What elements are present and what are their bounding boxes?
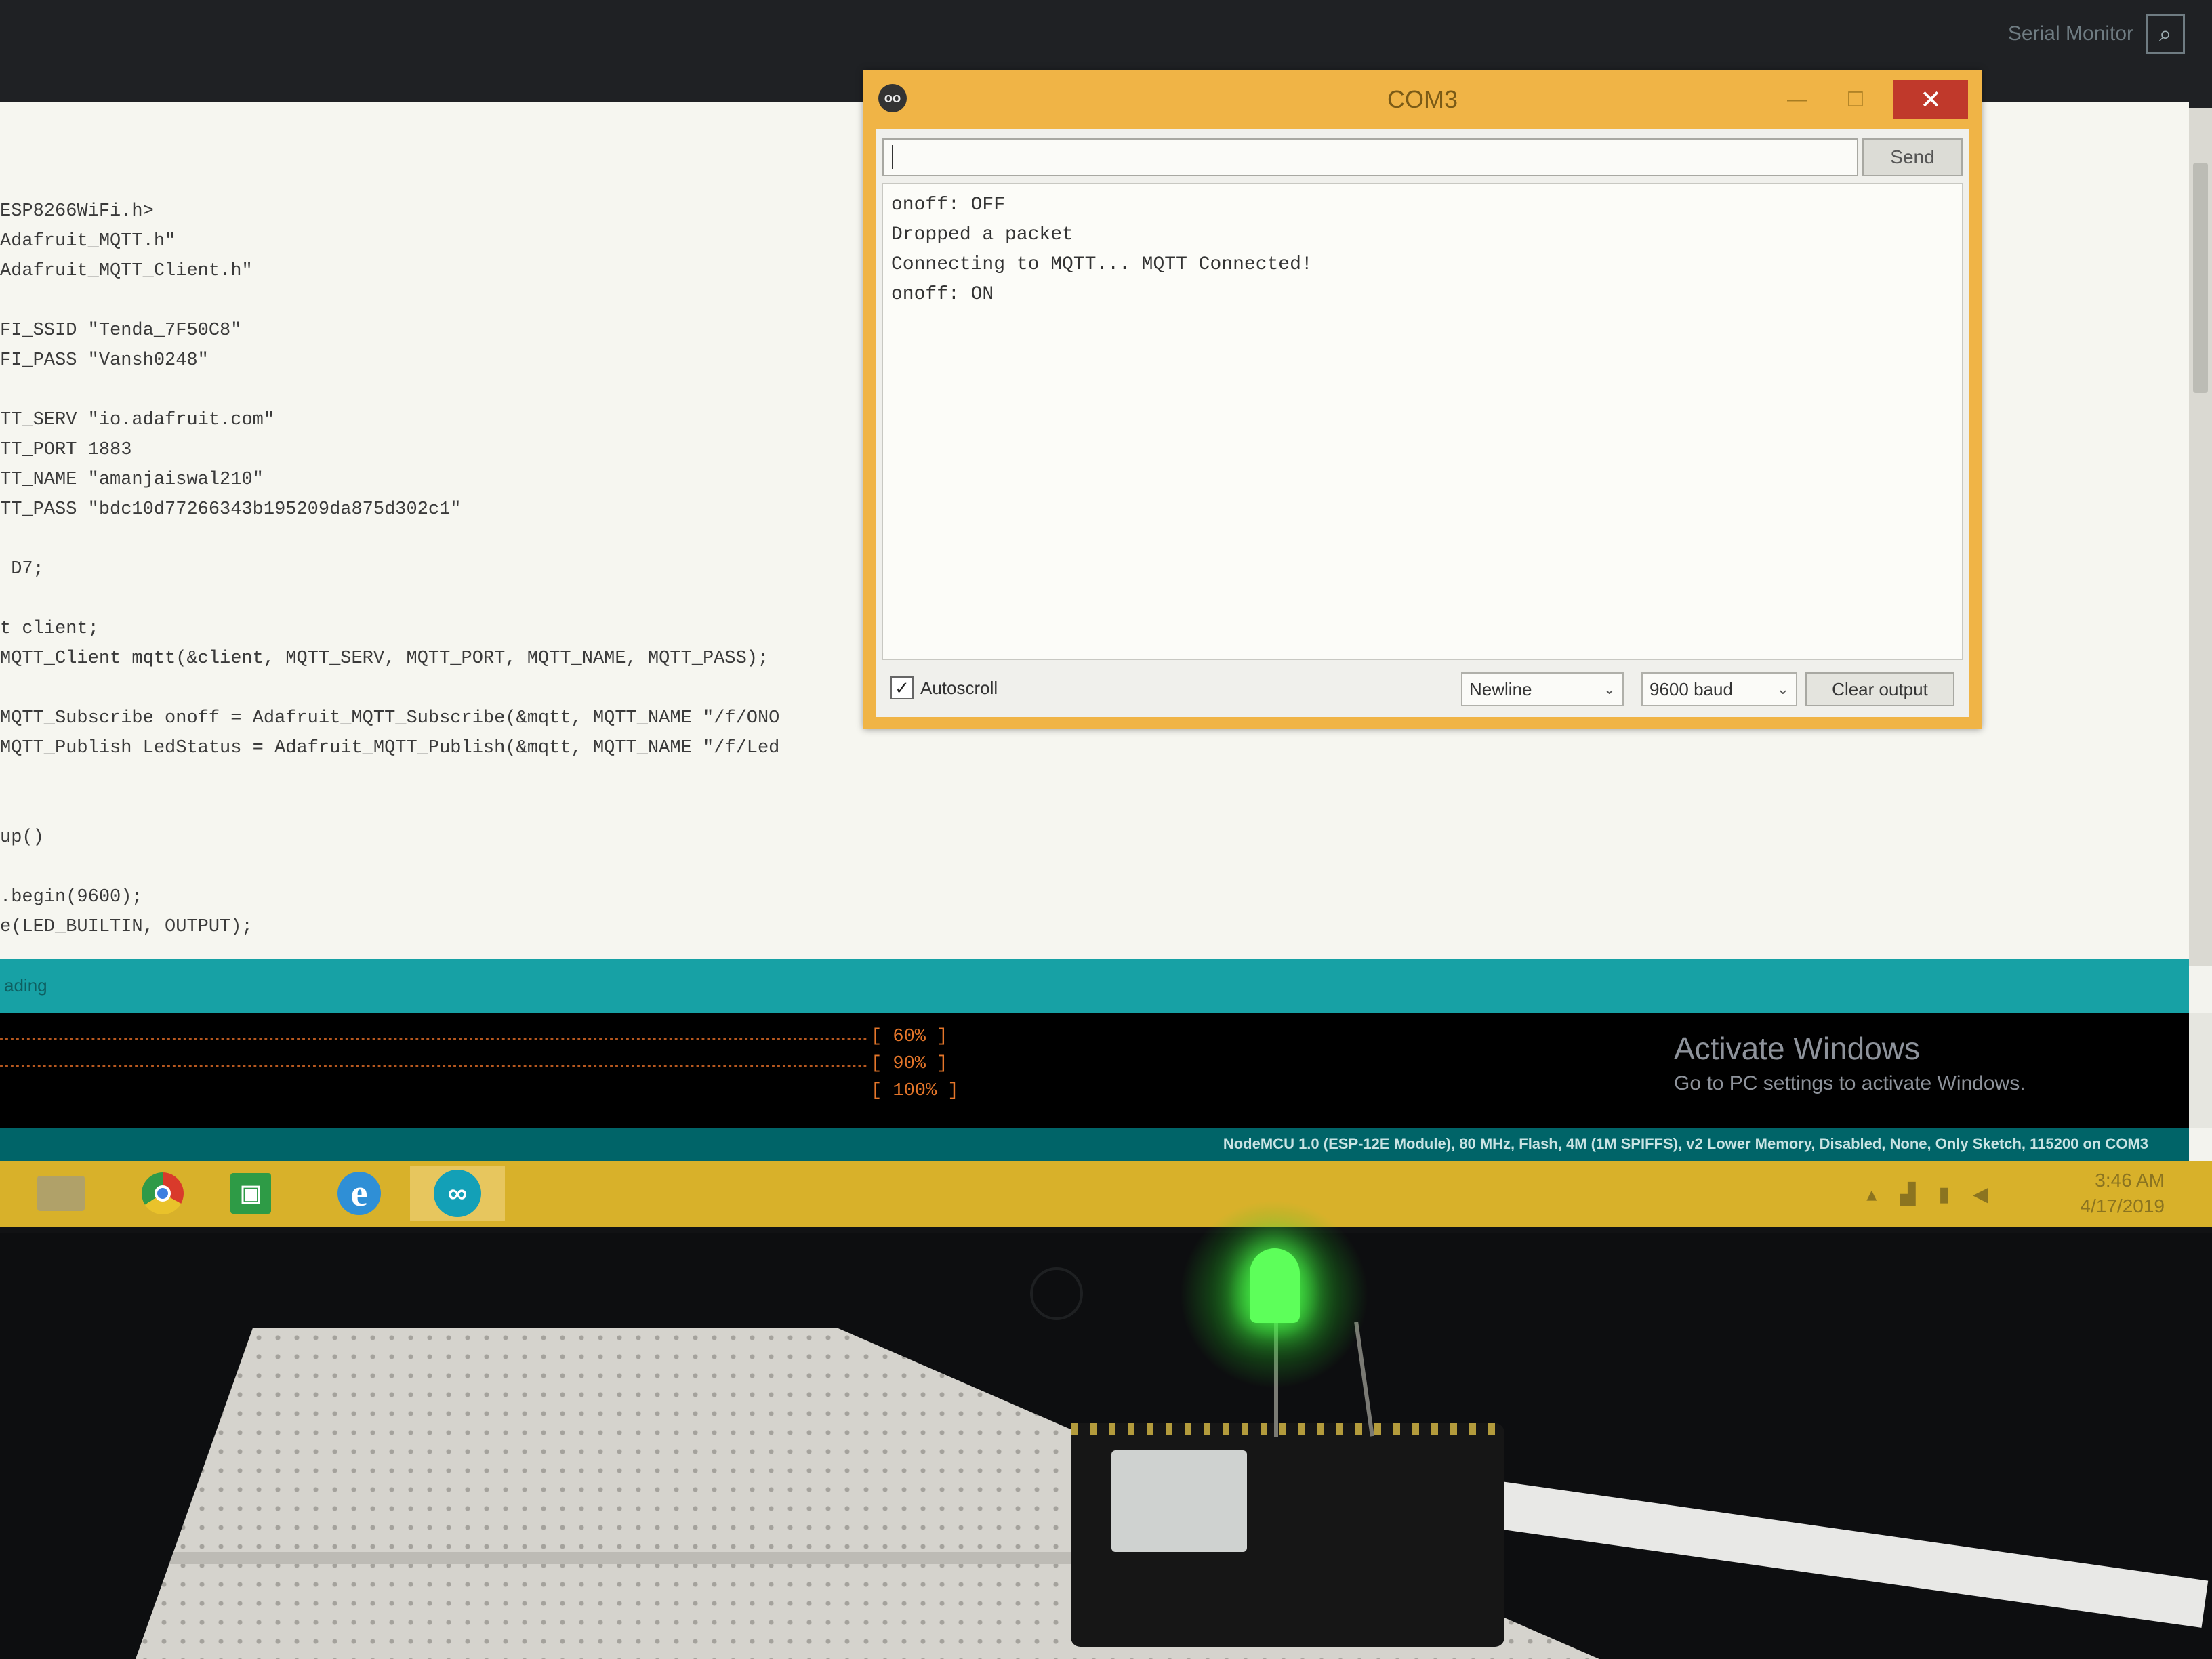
code-line[interactable] xyxy=(0,525,779,554)
clock-time: 3:46 AM xyxy=(2095,1170,2165,1191)
taskbar-store[interactable]: ▣ xyxy=(203,1166,298,1221)
activate-title: Activate Windows xyxy=(1674,1031,1921,1066)
code-line[interactable]: TT_SERV "io.adafruit.com" xyxy=(0,405,779,435)
taskbar: ▣ e ∞ ▴ ▟ ▮ ◀ 3:46 AM 4/17/2019 xyxy=(0,1161,2212,1227)
status-text: ading xyxy=(4,975,47,996)
minimize-icon: — xyxy=(1787,88,1807,110)
nodemcu-board xyxy=(1071,1423,1504,1647)
editor-scrollbar[interactable] xyxy=(2189,108,2212,966)
taskbar-internet-explorer[interactable]: e xyxy=(312,1166,407,1221)
line-ending-select[interactable]: Newline ⌄ xyxy=(1461,672,1624,706)
code-line[interactable] xyxy=(0,584,779,614)
baud-rate-select[interactable]: 9600 baud ⌄ xyxy=(1641,672,1797,706)
mcu-pins xyxy=(1071,1423,1504,1435)
volume-icon[interactable]: ◀ xyxy=(1973,1183,1988,1206)
battery-icon[interactable]: ▮ xyxy=(1938,1183,1950,1206)
code-line[interactable]: TT_PORT 1883 xyxy=(0,435,779,465)
code-line[interactable]: Adafruit_MQTT_Client.h" xyxy=(0,256,779,286)
serial-monitor-window: oo COM3 — ☐ ✕ Send onoff: OFF Dropped a p… xyxy=(863,70,1982,729)
serial-footer: ✓ Autoscroll Newline ⌄ 9600 baud ⌄ Clear… xyxy=(876,660,1969,717)
send-button[interactable]: Send xyxy=(1862,138,1963,176)
code-line[interactable] xyxy=(0,763,779,793)
code-line[interactable]: TT_NAME "amanjaiswal210" xyxy=(0,465,779,495)
serial-monitor-label: Serial Monitor xyxy=(2007,22,2133,45)
code-line[interactable] xyxy=(0,853,779,882)
serial-output-line: Connecting to MQTT... MQTT Connected! xyxy=(891,254,1313,275)
board-info-bar: NodeMCU 1.0 (ESP-12E Module), 80 MHz, Fl… xyxy=(0,1128,2189,1161)
code-line[interactable]: up() xyxy=(0,823,779,853)
autoscroll-toggle[interactable]: ✓ Autoscroll xyxy=(890,676,998,699)
taskbar-arduino[interactable]: ∞ xyxy=(410,1166,505,1221)
code-line[interactable]: FI_PASS "Vansh0248" xyxy=(0,346,779,375)
code-line[interactable]: .begin(9600); xyxy=(0,882,779,912)
code-line[interactable]: MQTT_Client mqtt(&client, MQTT_SERV, MQT… xyxy=(0,644,779,674)
maximize-icon: ☐ xyxy=(1846,88,1865,111)
system-tray: ▴ ▟ ▮ ◀ xyxy=(1866,1183,1988,1206)
internet-explorer-icon: e xyxy=(337,1172,381,1215)
arduino-icon: ∞ xyxy=(434,1170,481,1217)
serial-monitor-icon[interactable]: ⌕ xyxy=(2146,14,2185,54)
chrome-icon xyxy=(142,1172,184,1214)
usb-cable xyxy=(1467,1477,2209,1628)
taskbar-file-explorer[interactable] xyxy=(14,1166,108,1221)
baud-rate-value: 9600 baud xyxy=(1650,678,1733,699)
console-scrollbar[interactable] xyxy=(2189,1013,2212,1128)
serial-send-input[interactable] xyxy=(882,138,1858,176)
console-progress-percent: [ 60% ] xyxy=(871,1027,948,1047)
serial-window-titlebar[interactable]: oo COM3 — ☐ ✕ xyxy=(863,70,1982,129)
file-explorer-icon xyxy=(37,1176,85,1211)
chevron-down-icon: ⌄ xyxy=(1603,680,1616,697)
code-line[interactable] xyxy=(0,674,779,703)
code-line[interactable]: TT_PASS "bdc10d77266343b195209da875d302c… xyxy=(0,495,779,525)
taskbar-chrome[interactable] xyxy=(115,1166,210,1221)
activate-subtitle: Go to PC settings to activate Windows. xyxy=(1674,1072,2026,1094)
serial-monitor-button[interactable]: Serial Monitor ⌕ xyxy=(2007,14,2185,54)
console-progress-percent: [ 90% ] xyxy=(871,1054,948,1074)
code-line[interactable]: t client; xyxy=(0,614,779,644)
chevron-down-icon: ⌄ xyxy=(1776,680,1789,697)
serial-output-line: onoff: ON xyxy=(891,284,994,305)
code-line[interactable] xyxy=(0,286,779,316)
screen: Serial Monitor ⌕ ESP8266WiFi.h> Adafruit_… xyxy=(0,0,2212,1227)
clear-output-button[interactable]: Clear output xyxy=(1805,672,1954,706)
code-line[interactable]: D7; xyxy=(0,554,779,584)
store-icon: ▣ xyxy=(230,1173,271,1214)
minimize-button[interactable]: — xyxy=(1777,83,1818,117)
close-button[interactable]: ✕ xyxy=(1893,80,1968,119)
code-line[interactable]: MQTT_Subscribe onoff = Adafruit_MQTT_Sub… xyxy=(0,703,779,733)
code-text[interactable]: ESP8266WiFi.h> Adafruit_MQTT.h" Adafruit_M… xyxy=(0,197,779,1061)
serial-output[interactable]: onoff: OFF Dropped a packet Connecting to … xyxy=(882,183,1963,660)
monitor: Serial Monitor ⌕ ESP8266WiFi.h> Adafruit_… xyxy=(0,0,2212,1233)
status-bar: ading xyxy=(0,959,2189,1013)
board-info-text: NodeMCU 1.0 (ESP-12E Module), 80 MHz, Fl… xyxy=(1223,1135,2148,1152)
serial-output-line: onoff: OFF xyxy=(891,194,1006,216)
hp-logo xyxy=(1030,1267,1083,1320)
code-line[interactable]: ESP8266WiFi.h> xyxy=(0,197,779,226)
activate-windows-watermark: Activate Windows Go to PC settings to ac… xyxy=(1674,1030,2026,1095)
tray-chevron-up-icon[interactable]: ▴ xyxy=(1866,1183,1877,1206)
serial-output-line: Dropped a packet xyxy=(891,224,1073,245)
console-progress-dots xyxy=(0,1038,867,1044)
console-progress-percent: [ 100% ] xyxy=(871,1081,959,1101)
taskbar-clock[interactable]: 3:46 AM 4/17/2019 xyxy=(2080,1168,2165,1219)
close-icon: ✕ xyxy=(1920,85,1942,115)
maximize-button[interactable]: ☐ xyxy=(1835,83,1876,117)
esp12e-module xyxy=(1111,1450,1247,1552)
code-line[interactable]: MQTT_Publish LedStatus = Adafruit_MQTT_P… xyxy=(0,733,779,763)
code-line[interactable]: e(LED_BUILTIN, OUTPUT); xyxy=(0,912,779,942)
line-ending-value: Newline xyxy=(1469,678,1532,699)
clock-date: 4/17/2019 xyxy=(2080,1195,2165,1216)
code-line[interactable] xyxy=(0,793,779,823)
code-line[interactable]: Adafruit_MQTT.h" xyxy=(0,226,779,256)
serial-window-body: Send onoff: OFF Dropped a packet Connectin… xyxy=(876,129,1969,717)
green-led xyxy=(1250,1248,1300,1323)
code-line[interactable] xyxy=(0,375,779,405)
network-icon[interactable]: ▟ xyxy=(1900,1183,1915,1206)
autoscroll-checkbox[interactable]: ✓ xyxy=(890,676,914,699)
code-line[interactable]: FI_SSID "Tenda_7F50C8" xyxy=(0,316,779,346)
autoscroll-label: Autoscroll xyxy=(920,677,998,698)
editor-scroll-thumb[interactable] xyxy=(2193,163,2208,393)
console-progress-dots xyxy=(0,1065,867,1071)
